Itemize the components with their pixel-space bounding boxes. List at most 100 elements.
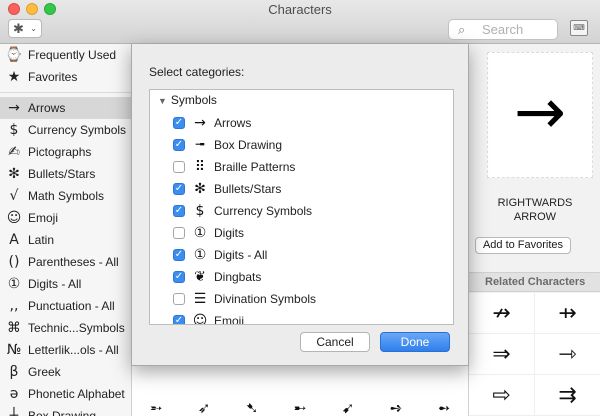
- category-checkbox[interactable]: [173, 293, 185, 305]
- character-cell[interactable]: ➵: [132, 399, 180, 416]
- gear-icon: ✱: [13, 21, 24, 36]
- sidebar-item-math-symbols[interactable]: √ Math Symbols: [0, 185, 131, 207]
- category-label: Arrows: [214, 116, 252, 130]
- cancel-button[interactable]: Cancel: [300, 332, 370, 352]
- sheet-prompt: Select categories:: [149, 65, 245, 79]
- sidebar-item-digits-all[interactable]: ① Digits - All: [0, 273, 131, 295]
- category-checklist[interactable]: ▼ Symbols ✓ → Arrows ✓ ╼ Box Drawing ⠿ Braille P…: [149, 89, 454, 325]
- related-character-cell[interactable]: ⇸: [535, 293, 600, 334]
- category-row[interactable]: ✓ ☺ Emoji: [150, 310, 453, 325]
- character-cell[interactable]: ➺: [372, 399, 420, 416]
- category-checkbox[interactable]: ✓: [173, 139, 185, 151]
- related-character-cell[interactable]: ⇨: [469, 375, 535, 416]
- sidebar-item-latin[interactable]: A Latin: [0, 229, 131, 251]
- category-checkbox[interactable]: [173, 161, 185, 173]
- sidebar-item-label: Technic...Symbols: [28, 321, 125, 335]
- search-placeholder: Search: [482, 22, 524, 37]
- category-label: Dingbats: [214, 270, 262, 284]
- category-glyph: ╼: [195, 137, 205, 153]
- category-glyph: ❦: [194, 269, 206, 285]
- group-label: Symbols: [170, 93, 217, 107]
- sidebar-item-emoji[interactable]: ☺ Emoji: [0, 207, 131, 229]
- category-checkbox[interactable]: ✓: [173, 249, 185, 261]
- sidebar-item-icon: ①: [7, 276, 21, 292]
- category-checkbox[interactable]: ✓: [173, 205, 185, 217]
- chevron-down-icon: ⌄: [30, 24, 37, 33]
- category-row[interactable]: ✓ ① Digits - All: [150, 244, 453, 266]
- sidebar-item-technic-symbols[interactable]: ⌘ Technic...Symbols: [0, 317, 131, 339]
- category-label: Braille Patterns: [214, 160, 296, 174]
- sidebar-divider: [0, 92, 131, 93]
- category-row[interactable]: ① Digits: [150, 222, 453, 244]
- done-button[interactable]: Done: [380, 332, 450, 352]
- sidebar-item-icon: №: [6, 342, 22, 358]
- sidebar-item-label: Math Symbols: [28, 189, 105, 203]
- category-row[interactable]: ✓ ❦ Dingbats: [150, 266, 453, 288]
- sidebar-item-pictographs[interactable]: ✍ Pictographs: [0, 141, 131, 163]
- sidebar-item-greek[interactable]: β Greek: [0, 361, 131, 383]
- sidebar-item-currency-symbols[interactable]: $ Currency Symbols: [0, 119, 131, 141]
- sidebar-item-arrows[interactable]: → Arrows: [0, 97, 131, 119]
- sidebar-item-icon: ┼: [9, 408, 19, 416]
- character-grid-row: ➵ ➶ ➷ ➸ ➹ ➺ ➻: [132, 399, 468, 416]
- sidebar-item-punctuation-all[interactable]: ,, Punctuation - All: [0, 295, 131, 317]
- search-field[interactable]: ⌕ Search: [448, 19, 558, 40]
- window-toolbar: Characters ✱ ⌄ ⌕ Search ⌨: [0, 0, 600, 44]
- category-checkbox[interactable]: ✓: [173, 117, 185, 129]
- category-checkbox[interactable]: ✓: [173, 315, 185, 324]
- category-checkbox[interactable]: ✓: [173, 271, 185, 283]
- category-row[interactable]: ⠿ Braille Patterns: [150, 156, 453, 178]
- sidebar-item-box-drawing[interactable]: ┼ Box Drawing: [0, 405, 131, 416]
- category-glyph: →: [194, 115, 206, 131]
- category-glyph: ①: [193, 225, 207, 241]
- sidebar-item-label: Bullets/Stars: [28, 167, 96, 181]
- keyboard-viewer-button[interactable]: ⌨: [570, 20, 588, 36]
- category-row[interactable]: ✓ → Arrows: [150, 112, 453, 134]
- category-row[interactable]: ☰ Divination Symbols: [150, 288, 453, 310]
- category-label: Emoji: [214, 314, 245, 325]
- character-cell[interactable]: ➻: [420, 399, 468, 416]
- sidebar-item-label: Digits - All: [28, 277, 82, 291]
- sidebar-item-parentheses-all[interactable]: () Parentheses - All: [0, 251, 131, 273]
- action-menu-button[interactable]: ✱ ⌄: [8, 19, 42, 38]
- keyboard-icon: ⌨: [573, 23, 585, 32]
- category-row[interactable]: ✓ ✻ Bullets/Stars: [150, 178, 453, 200]
- sidebar-item-label: Box Drawing: [28, 409, 97, 416]
- character-cell[interactable]: ➹: [324, 399, 372, 416]
- related-character-cell[interactable]: ⇉: [535, 375, 600, 416]
- sidebar-item-icon: ✍: [8, 144, 20, 160]
- sidebar-item-bullets-stars[interactable]: ✻ Bullets/Stars: [0, 163, 131, 185]
- character-cell[interactable]: ➶: [180, 399, 228, 416]
- disclosure-triangle-icon[interactable]: ▼: [158, 96, 167, 106]
- category-glyph: ①: [193, 247, 207, 263]
- category-glyph: ☰: [193, 291, 207, 307]
- sidebar-item-label: Favorites: [28, 70, 78, 84]
- sidebar-item-label: Emoji: [28, 211, 59, 225]
- category-label: Box Drawing: [214, 138, 283, 152]
- category-glyph: ☺: [192, 313, 208, 325]
- add-to-favorites-button[interactable]: Add to Favorites: [475, 237, 571, 254]
- sidebar-item-label: Currency Symbols: [28, 123, 127, 137]
- category-checkbox[interactable]: ✓: [173, 183, 185, 195]
- category-checkbox[interactable]: [173, 227, 185, 239]
- search-icon: ⌕: [458, 22, 466, 37]
- preview-glyph: →: [514, 75, 566, 148]
- category-label: Digits: [214, 226, 245, 240]
- category-row[interactable]: ✓ ╼ Box Drawing: [150, 134, 453, 156]
- category-label: Bullets/Stars: [214, 182, 282, 196]
- sidebar-item-letterlik-ols-all[interactable]: № Letterlik...ols - All: [0, 339, 131, 361]
- category-row[interactable]: ✓ $ Currency Symbols: [150, 200, 453, 222]
- symbols-group-row[interactable]: ▼ Symbols: [150, 90, 453, 112]
- sidebar-item-frequently-used[interactable]: ⌚ Frequently Used: [0, 44, 131, 66]
- related-character-cell[interactable]: ⇒: [469, 334, 535, 375]
- category-label: Divination Symbols: [214, 292, 317, 306]
- sidebar-item-icon: →: [8, 100, 20, 116]
- character-cell[interactable]: ➷: [228, 399, 276, 416]
- category-glyph: ✻: [194, 181, 206, 197]
- character-cell[interactable]: ➸: [276, 399, 324, 416]
- sidebar-item-favorites[interactable]: ★ Favorites: [0, 66, 131, 88]
- related-character-cell[interactable]: ⇾: [535, 334, 600, 375]
- sidebar-item-icon: ⌘: [7, 320, 21, 336]
- sidebar-item-phonetic-alphabet[interactable]: ə Phonetic Alphabet: [0, 383, 131, 405]
- related-character-cell[interactable]: ↛: [469, 293, 535, 334]
